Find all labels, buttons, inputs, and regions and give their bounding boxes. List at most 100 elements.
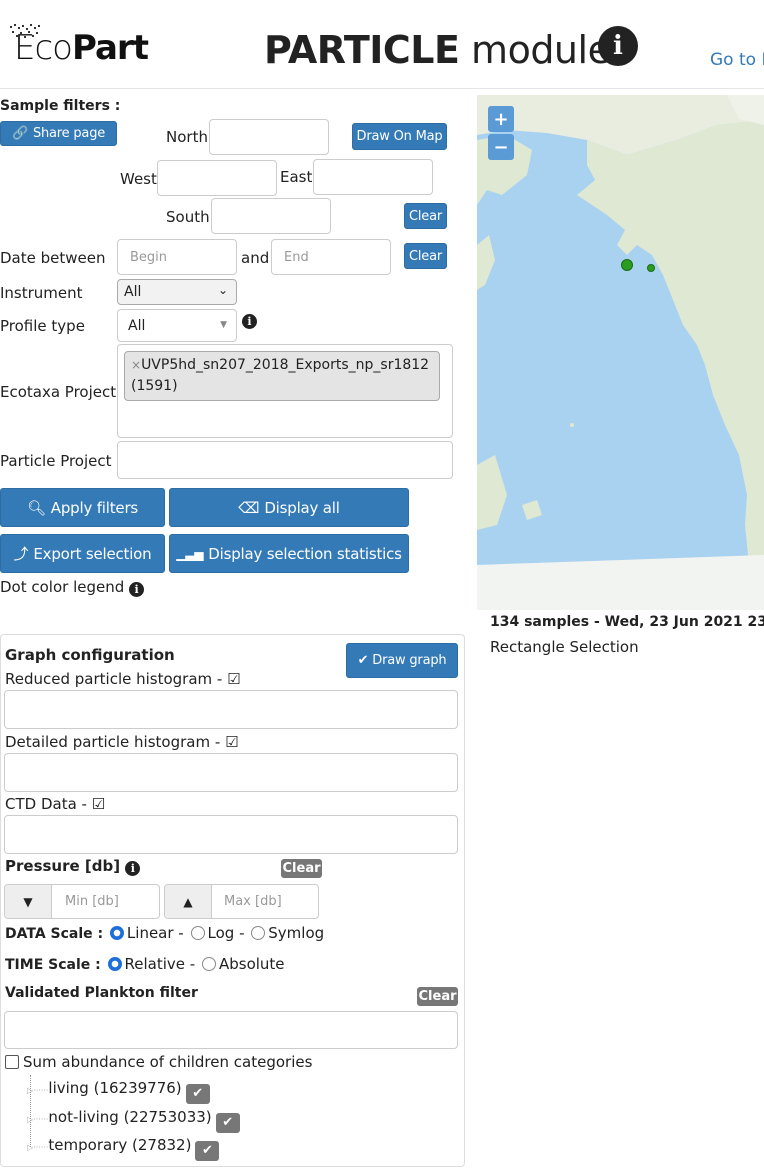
check-square-icon[interactable]: ☑ [92,795,105,813]
min-pressure-group: ▼ Min [db] [4,884,160,919]
goto-link[interactable]: Go to E [710,50,764,70]
eraser-icon: ⌫ [238,498,260,517]
map-status: 134 samples - Wed, 23 Jun 2021 23:37: [490,614,764,630]
north-input[interactable] [209,119,329,155]
display-all-button[interactable]: ⌫ Display all [169,488,409,527]
min-pressure-input[interactable]: Min [db] [65,894,119,909]
linear-label: Linear - [126,924,184,942]
west-input[interactable] [157,160,277,196]
zoom-out-button[interactable]: − [488,134,514,160]
reduced-hist-label: Reduced particle histogram - ☑ [5,670,241,688]
search-icon: 🔍︎ [26,498,46,517]
map[interactable]: + − [477,95,764,610]
max-pressure-group: ▲ Max [db] [164,884,319,919]
plankton-filter-input[interactable] [4,1011,458,1049]
check-square-icon[interactable]: ☑ [225,733,238,751]
symlog-radio[interactable] [251,926,266,940]
data-scale-row: DATA Scale : Linear - Log - Symlog [5,924,324,942]
logo[interactable]: EcoPart [8,22,168,68]
ctd-input[interactable] [4,815,458,854]
instrument-select[interactable]: All ⌄ [117,279,237,305]
ecotaxa-tag-line1: UVP5hd_sn207_2018_Exports_np_sr1812 [141,357,430,373]
display-all-label: Display all [264,498,340,517]
profile-type-select[interactable]: All ▼ [117,309,237,342]
east-input[interactable] [313,159,433,195]
decrease-button[interactable]: ▼ [5,885,52,918]
tree-item-living[interactable]: ▷······living (16239776) ✔ [27,1079,210,1104]
symlog-label: Symlog [268,924,325,942]
date-between-label: Date between [0,249,106,267]
tree-item-label: temporary (27832) [48,1136,192,1154]
check-icon[interactable]: ✔ [215,1113,240,1133]
and-label: and [241,249,270,267]
plankton-filter-label: Validated Plankton filter [5,985,198,1001]
log-radio[interactable] [190,926,205,940]
zoom-in-button[interactable]: + [488,106,514,132]
header-divider [0,88,764,89]
clear-bounds-button[interactable]: Clear [404,203,447,229]
sample-filters-heading: Sample filters : [0,98,121,114]
data-scale-label: DATA Scale : [5,926,104,942]
ecotaxa-tag-line2: (1591) [131,378,178,394]
absolute-label: Absolute [218,955,285,973]
pressure-label: Pressure [db] i [5,857,141,876]
share-page-button[interactable]: 🔗 Share page [0,121,117,146]
instrument-value: All [124,284,142,300]
logo-part: Part [71,28,149,68]
max-pressure-input[interactable]: Max [db] [224,894,282,909]
date-end-input[interactable]: End [271,239,391,275]
draw-on-map-button[interactable]: Draw On Map [352,123,447,150]
sample-point [647,264,655,272]
tag-remove-icon[interactable]: × [131,358,141,372]
date-begin-input[interactable]: Begin [117,239,237,275]
particle-project-label: Particle Project [0,452,112,470]
increase-button[interactable]: ▲ [165,885,212,918]
time-scale-row: TIME Scale : Relative - Absolute [5,955,285,973]
draw-graph-button[interactable]: ✔ Draw graph [346,643,458,678]
particle-project-input[interactable] [117,441,453,479]
linear-radio[interactable] [109,926,124,940]
detailed-hist-text: Detailed particle histogram - [5,733,221,751]
reduced-hist-input[interactable] [4,690,458,729]
apply-filters-button[interactable]: 🔍︎ Apply filters [0,488,165,527]
export-icon: ⤴ [13,545,29,563]
draw-graph-label: Draw graph [372,653,447,668]
sum-abundance-checkbox[interactable] [5,1055,19,1069]
dot-legend-info-icon[interactable]: i [129,582,145,597]
detailed-hist-input[interactable] [4,753,458,792]
profile-type-info-icon[interactable]: i [242,314,257,329]
ecotaxa-project-input[interactable]: ×UVP5hd_sn207_2018_Exports_np_sr1812 (15… [117,344,453,438]
check-icon[interactable]: ✔ [195,1141,220,1161]
clear-pressure-button[interactable]: Clear [281,859,322,878]
check-square-icon[interactable]: ☑ [227,670,240,688]
check-icon[interactable]: ✔ [185,1084,210,1104]
caret-up-icon: ▲ [183,894,193,909]
ctd-label: CTD Data - ☑ [5,795,105,813]
tree-item-temporary[interactable]: ▷······temporary (27832) ✔ [27,1136,220,1161]
graph-config-heading: Graph configuration [5,646,175,664]
ecotaxa-project-tag[interactable]: ×UVP5hd_sn207_2018_Exports_np_sr1812 (15… [124,351,440,401]
sample-point [621,259,633,271]
sum-abundance-row[interactable]: Sum abundance of children categories [5,1053,312,1071]
dot-color-legend[interactable]: Dot color legend i [0,578,145,597]
relative-radio[interactable] [107,957,122,971]
tree-item-not-living[interactable]: ▷······not-living (22753033) ✔ [27,1108,240,1133]
selection-mode: Rectangle Selection [490,638,639,656]
east-label: East [280,168,313,186]
info-icon[interactable]: i [598,26,638,66]
apply-filters-label: Apply filters [50,498,139,517]
display-stats-button[interactable]: ▁▃▅ Display selection statistics [169,534,409,573]
caret-down-icon: ▼ [23,894,33,909]
south-input[interactable] [211,198,331,234]
page-title-bold: PARTICLE [264,28,460,72]
time-scale-label: TIME Scale : [5,957,101,973]
clear-plankton-button[interactable]: Clear [417,987,458,1006]
pressure-info-icon[interactable]: i [125,861,141,876]
clear-date-button[interactable]: Clear [404,243,447,269]
ecotaxa-project-label: Ecotaxa Project [0,383,117,401]
display-stats-label: Display selection statistics [208,544,402,563]
sum-abundance-label: Sum abundance of children categories [23,1053,313,1071]
export-selection-button[interactable]: ⤴ Export selection [0,534,165,573]
log-label: Log - [207,924,245,942]
absolute-radio[interactable] [201,957,216,971]
